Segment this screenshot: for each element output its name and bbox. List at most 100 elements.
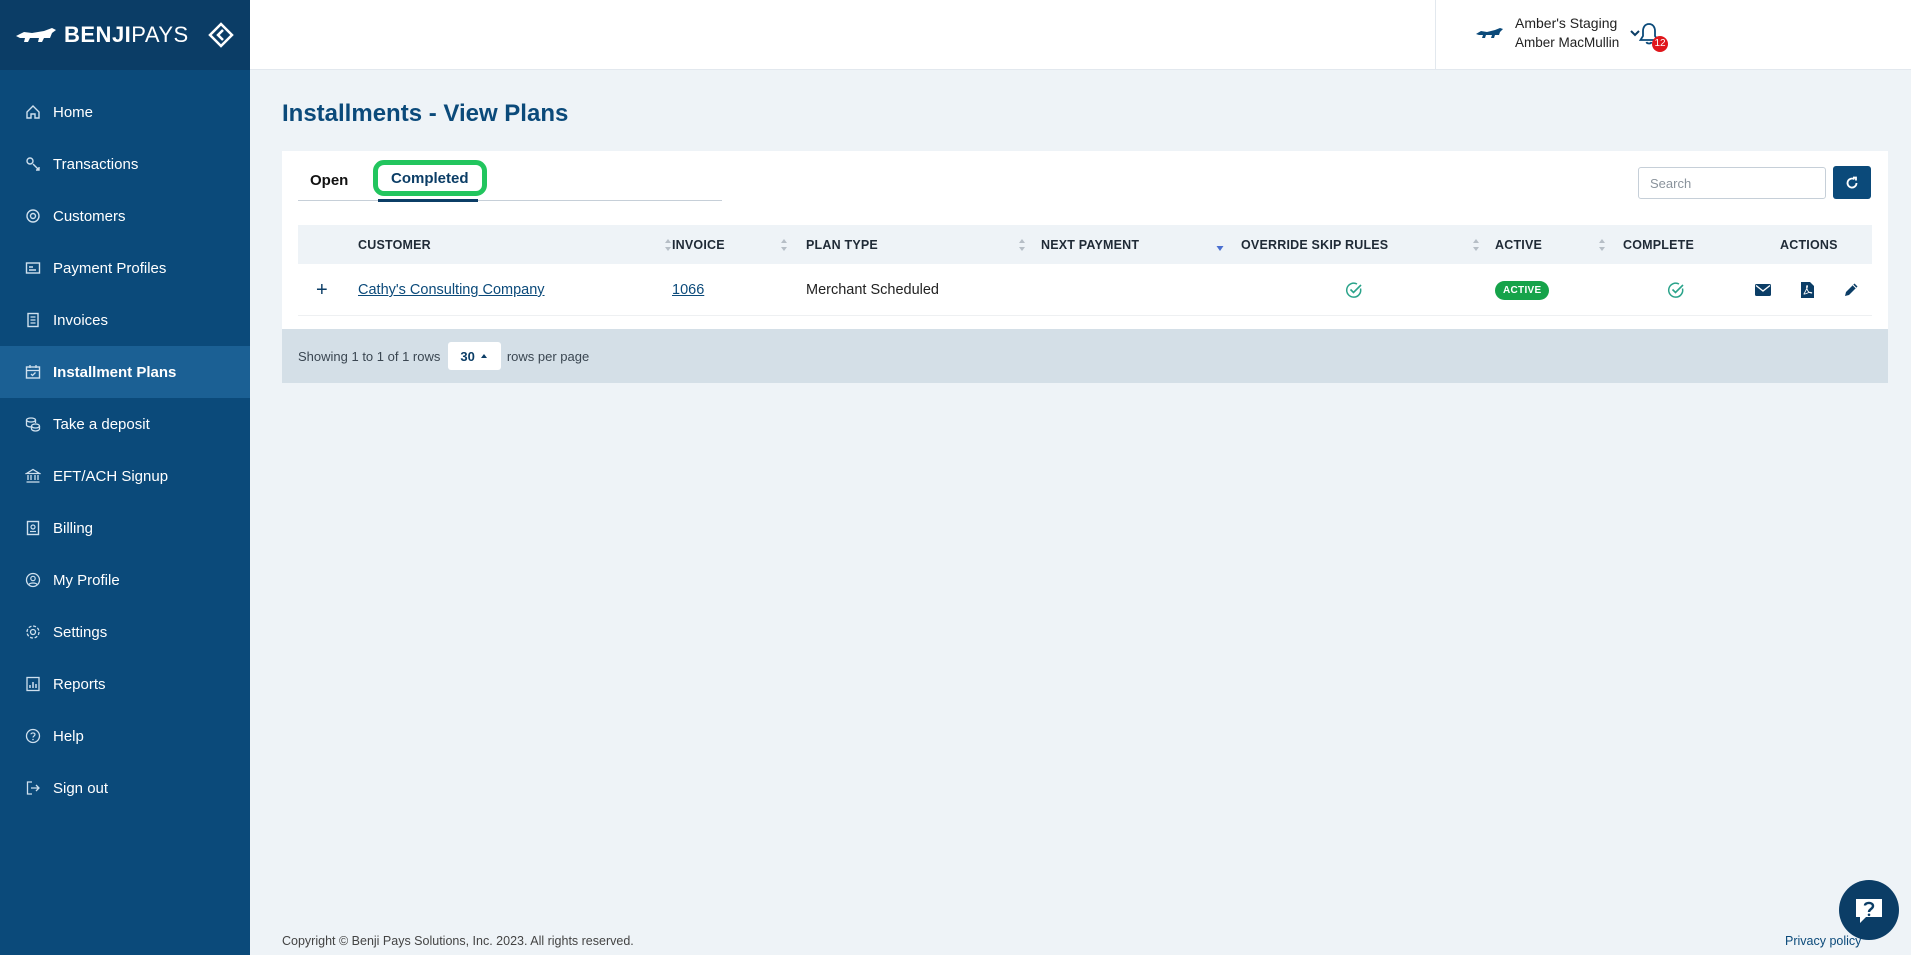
customer-link[interactable]: Cathy's Consulting Company <box>358 282 545 298</box>
tab-completed-label: Completed <box>391 169 469 187</box>
expand-row-button[interactable]: + <box>316 264 328 316</box>
sidebar-item-sign-out[interactable]: Sign out <box>0 762 250 814</box>
sidebar-item-label: Reports <box>53 675 106 693</box>
tab-open[interactable]: Open <box>310 159 348 201</box>
sidebar-item-label: My Profile <box>53 571 120 589</box>
plan-type-cell: Merchant Scheduled <box>806 282 939 298</box>
sign-out-icon <box>24 779 42 797</box>
brand-header: BENJIPAYS <box>0 0 250 70</box>
column-header-actions: ACTIONS <box>1780 237 1838 252</box>
gear-icon <box>24 623 42 641</box>
privacy-policy-link[interactable]: Privacy policy <box>1785 934 1861 948</box>
column-header-active[interactable]: ACTIVE <box>1495 225 1542 264</box>
search-input[interactable] <box>1638 167 1826 199</box>
copyright-text: Copyright © Benji Pays Solutions, Inc. 2… <box>282 934 634 948</box>
sort-icon[interactable] <box>780 238 788 252</box>
sidebar-item-label: Transactions <box>53 155 139 173</box>
tab-completed[interactable]: Completed <box>373 160 487 196</box>
topbar-divider <box>1435 0 1436 70</box>
pagination-bar: Showing 1 to 1 of 1 rows 30 rows per pag… <box>282 329 1888 383</box>
column-header-next-payment[interactable]: NEXT PAYMENT <box>1041 225 1139 264</box>
transactions-icon <box>24 155 42 173</box>
sort-icon[interactable] <box>1598 238 1606 252</box>
complete-cell <box>1667 264 1685 316</box>
email-button[interactable] <box>1754 281 1772 299</box>
sidebar-item-reports[interactable]: Reports <box>0 658 250 710</box>
column-header-invoice[interactable]: INVOICE <box>672 225 725 264</box>
top-bar: 12 <box>250 0 1911 70</box>
caret-up-icon <box>480 354 487 358</box>
refresh-button[interactable] <box>1833 166 1871 199</box>
sidebar-item-billing[interactable]: Billing <box>0 502 250 554</box>
sidebar-item-label: Billing <box>53 519 94 537</box>
pdf-button[interactable] <box>1798 281 1816 299</box>
chat-help-icon <box>1856 899 1882 923</box>
envelope-icon <box>1755 284 1771 296</box>
sidebar-item-label: Home <box>53 103 94 121</box>
help-chat-button[interactable] <box>1839 880 1899 940</box>
column-header-override-skip-rules[interactable]: OVERRIDE SKIP RULES <box>1241 225 1388 264</box>
account-logo-icon <box>1476 28 1503 38</box>
override-skip-rules-cell <box>1345 264 1363 316</box>
sidebar-item-take-a-deposit[interactable]: Take a deposit <box>0 398 250 450</box>
brand-name[interactable]: BENJIPAYS <box>64 22 189 48</box>
column-header-plan-type[interactable]: PLAN TYPE <box>806 225 878 264</box>
table-row: + Cathy's Consulting Company 1066 Mercha… <box>298 264 1872 316</box>
sidebar-item-installment-plans[interactable]: Installment Plans <box>0 346 250 398</box>
plan-tabs: Open Completed <box>298 159 722 202</box>
sidebar-item-invoices[interactable]: Invoices <box>0 294 250 346</box>
payment-profiles-icon <box>24 259 42 277</box>
rows-per-page-select[interactable]: 30 <box>448 342 501 370</box>
sidebar-item-customers[interactable]: Customers <box>0 190 250 242</box>
notifications-button[interactable]: 12 <box>1638 22 1668 52</box>
benji-logo-icon <box>16 28 56 42</box>
refresh-icon <box>1846 176 1858 188</box>
invoice-link[interactable]: 1066 <box>672 282 704 298</box>
sidebar-item-label: EFT/ACH Signup <box>53 467 169 485</box>
check-circle-icon <box>1345 282 1362 298</box>
customers-icon <box>24 207 42 225</box>
sidebar-item-home[interactable]: Home <box>0 86 250 138</box>
sidebar-nav: Home Transactions Customers Payment Prof… <box>0 70 250 814</box>
sort-icon[interactable] <box>1018 238 1026 252</box>
rows-per-page-label: rows per page <box>506 348 590 364</box>
column-header-complete[interactable]: COMPLETE <box>1623 225 1694 264</box>
sidebar-item-label: Customers <box>53 207 126 225</box>
account-name: Amber's Staging <box>1515 15 1618 31</box>
sort-icon[interactable] <box>664 238 672 252</box>
sidebar-item-settings[interactable]: Settings <box>0 606 250 658</box>
invoices-icon <box>24 311 42 329</box>
sidebar-item-transactions[interactable]: Transactions <box>0 138 250 190</box>
active-tab-underline <box>378 199 478 202</box>
active-cell: ACTIVE <box>1495 264 1550 316</box>
sidebar-item-payment-profiles[interactable]: Payment Profiles <box>0 242 250 294</box>
notification-count-badge: 12 <box>1652 36 1668 52</box>
help-icon <box>24 727 42 745</box>
user-name: Amber MacMullin <box>1515 35 1620 50</box>
sidebar-item-my-profile[interactable]: My Profile <box>0 554 250 606</box>
pdf-file-icon <box>1800 282 1814 298</box>
plans-card: Open Completed CUSTOMER INVOICE PLAN TYP… <box>282 151 1888 383</box>
account-menu[interactable]: Amber's Staging Amber MacMullin <box>1475 14 1641 52</box>
bank-icon <box>24 467 42 485</box>
coins-icon <box>24 415 42 433</box>
sidebar: BENJIPAYS Home Transactions Customers Pa… <box>0 0 250 955</box>
check-circle-icon <box>1667 282 1684 298</box>
home-icon <box>24 103 42 121</box>
calendar-icon <box>24 363 42 381</box>
column-header-customer[interactable]: CUSTOMER <box>358 225 431 264</box>
collapse-sidebar-icon[interactable] <box>208 22 234 48</box>
sidebar-item-help[interactable]: Help <box>0 710 250 762</box>
plans-table: CUSTOMER INVOICE PLAN TYPE NEXT PAYMENT … <box>298 225 1872 316</box>
actions-cell <box>1754 264 1860 316</box>
sidebar-item-label: Installment Plans <box>53 363 177 381</box>
pagination-summary: Showing 1 to 1 of 1 rows <box>298 348 441 364</box>
sidebar-item-label: Payment Profiles <box>53 259 167 277</box>
sort-icon[interactable] <box>1472 238 1480 252</box>
edit-button[interactable] <box>1842 281 1860 299</box>
customer-cell: Cathy's Consulting Company <box>358 264 545 316</box>
user-icon <box>24 571 42 589</box>
account-names: Amber's Staging Amber MacMullin <box>1515 14 1619 52</box>
sidebar-item-eft-ach-signup[interactable]: EFT/ACH Signup <box>0 450 250 502</box>
sort-descending-icon[interactable] <box>1216 238 1224 252</box>
